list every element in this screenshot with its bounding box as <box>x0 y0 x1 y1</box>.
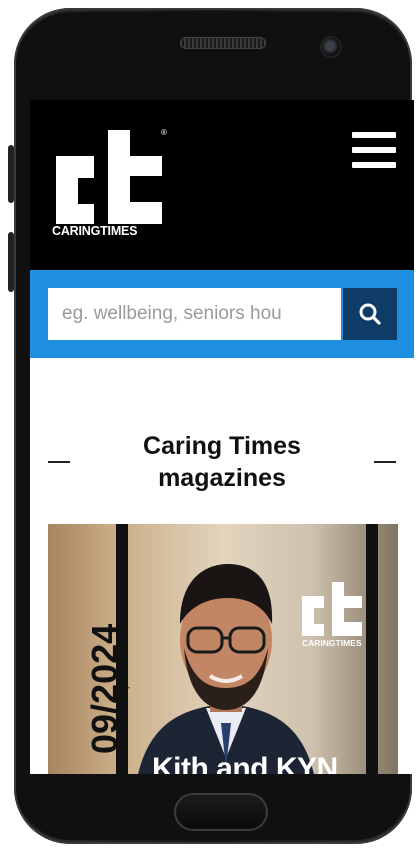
search-icon <box>359 303 381 325</box>
registered-mark: ® <box>161 128 167 137</box>
cover-portrait <box>138 564 314 774</box>
earpiece-speaker <box>180 37 266 49</box>
cover-issue-date: 09/2024 <box>84 623 125 754</box>
logo-wordmark: CARINGTIMES <box>52 224 138 238</box>
volume-up-button <box>8 145 14 203</box>
cover-stripe-right <box>366 524 378 774</box>
title-dash-left <box>48 461 70 463</box>
cover-logo-wordmark: CARINGTIMES <box>302 638 362 648</box>
home-button[interactable] <box>174 793 268 831</box>
search-button[interactable] <box>343 288 397 340</box>
search-bar <box>30 270 414 358</box>
section-title-line1: Caring Times <box>143 432 301 460</box>
cover-headline: Kith and KYN <box>152 752 338 774</box>
site-header: ® CARINGTIMES <box>30 100 414 270</box>
cover-caringtimes-logo: CARINGTIMES <box>302 582 362 648</box>
search-input[interactable] <box>48 288 341 340</box>
title-dash-right <box>374 461 396 463</box>
volume-down-button <box>8 232 14 292</box>
section-title-line2: magazines <box>158 464 286 492</box>
front-camera <box>322 38 340 56</box>
hamburger-menu-icon[interactable] <box>352 132 398 168</box>
cover-edition-label: September Edition <box>124 642 130 696</box>
magazine-cover[interactable]: 09/2024 September Edition CARINGTIMES Ki… <box>48 524 398 774</box>
phone-screen: ® CARINGTIMES Caring Times magazines <box>30 100 414 774</box>
section-title: Caring Times magazines <box>90 430 354 494</box>
